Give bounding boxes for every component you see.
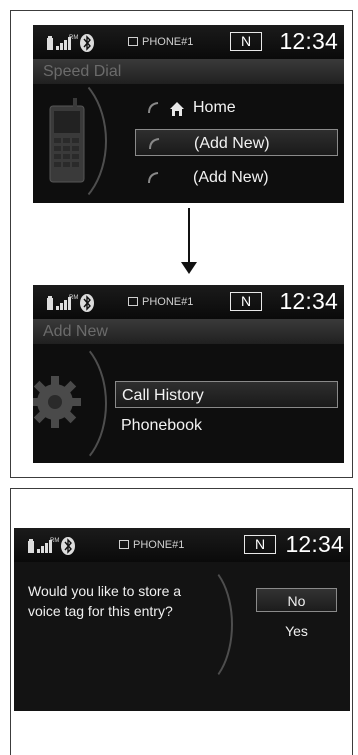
phone-icon xyxy=(128,37,138,46)
signal-strength-icon: RM xyxy=(28,537,75,555)
handset-icon xyxy=(148,137,162,151)
phone-icon xyxy=(119,540,129,549)
mode-indicator: N xyxy=(244,535,276,554)
menu-arc xyxy=(33,69,107,203)
status-bar: RM PHONE#1 N 12:34 xyxy=(33,25,344,59)
item-label: Home xyxy=(193,99,236,116)
mode-indicator: N xyxy=(230,32,262,51)
svg-text:RM: RM xyxy=(50,538,59,544)
item-label: (Add New) xyxy=(193,169,269,186)
bluetooth-icon xyxy=(80,34,94,52)
no-button[interactable]: No xyxy=(256,588,337,612)
item-label: Call History xyxy=(122,387,204,404)
add-new-item-call-history[interactable]: Call History xyxy=(115,381,338,408)
phone-icon xyxy=(128,297,138,306)
handset-icon xyxy=(147,101,161,115)
item-label: (Add New) xyxy=(194,135,270,152)
home-icon xyxy=(169,99,185,126)
svg-text:RM: RM xyxy=(69,35,78,41)
status-bar: RM PHONE#1 N 12:34 xyxy=(33,285,344,319)
handset-icon xyxy=(147,171,161,185)
speed-dial-item-3[interactable]: (Add New) xyxy=(135,164,338,191)
signal-strength-icon: RM xyxy=(47,294,94,312)
speed-dial-item-1[interactable]: Home xyxy=(135,94,338,121)
add-new-list: Call History Phonebook xyxy=(33,334,344,463)
voice-tag-screen: RM PHONE#1 N 12:34 Would you like to sto… xyxy=(14,528,350,711)
svg-text:RM: RM xyxy=(69,295,78,301)
mode-indicator: N xyxy=(230,292,262,311)
phone-label: PHONE#1 xyxy=(128,296,193,308)
speed-dial-item-2[interactable]: (Add New) xyxy=(135,129,338,156)
add-new-screen: RM PHONE#1 N 12:34 Add New Call History xyxy=(33,285,344,463)
speed-dial-list: Home (Add New) (Add New) xyxy=(33,69,344,203)
item-label: Phonebook xyxy=(121,417,202,434)
yes-button[interactable]: Yes xyxy=(256,619,337,643)
add-new-item-phonebook[interactable]: Phonebook xyxy=(115,412,338,439)
clock-time: 12:34 xyxy=(279,288,338,314)
speed-dial-screen: RM PHONE#1 N 12:34 Speed Dial Home (Add … xyxy=(33,25,344,203)
bluetooth-icon xyxy=(80,294,94,312)
dialog-body: Would you like to store a voice tag for … xyxy=(14,560,350,711)
menu-arc xyxy=(33,334,107,463)
bluetooth-icon xyxy=(61,537,75,555)
arrow-down-icon xyxy=(188,208,190,265)
clock-time: 12:34 xyxy=(279,28,338,54)
phone-label: PHONE#1 xyxy=(119,539,184,551)
signal-strength-icon: RM xyxy=(47,34,94,52)
status-bar: RM PHONE#1 N 12:34 xyxy=(14,528,350,562)
dialog-arc xyxy=(159,560,233,689)
phone-label: PHONE#1 xyxy=(128,36,193,48)
arrow-down-head xyxy=(181,262,197,274)
clock-time: 12:34 xyxy=(285,531,344,557)
